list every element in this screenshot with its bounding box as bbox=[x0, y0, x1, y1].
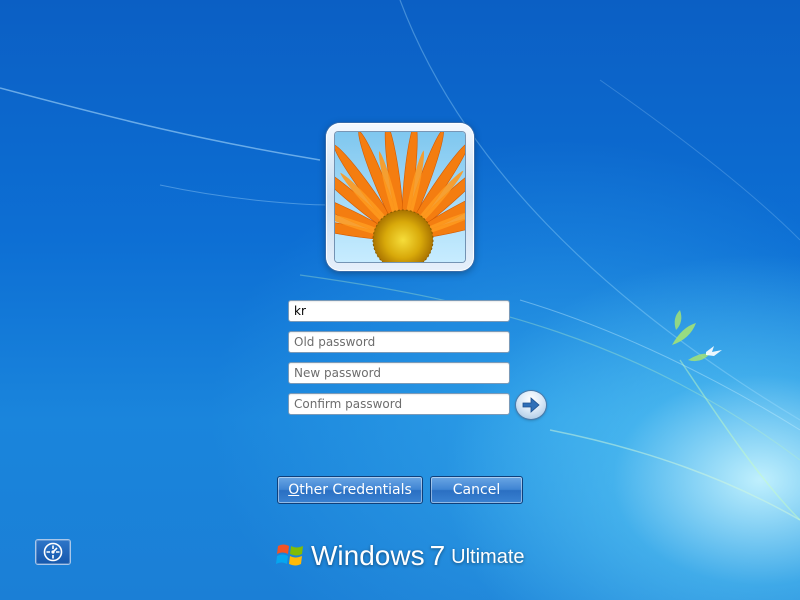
other-credentials-label: ther Credentials bbox=[299, 482, 412, 498]
ease-of-access-icon bbox=[43, 542, 63, 562]
user-picture bbox=[335, 132, 465, 262]
user-tile bbox=[326, 123, 474, 271]
cancel-button[interactable]: Cancel bbox=[430, 476, 523, 504]
other-credentials-button[interactable]: Other Credentials bbox=[277, 476, 423, 504]
submit-arrow-button[interactable] bbox=[516, 391, 546, 419]
confirm-password-field[interactable] bbox=[288, 393, 510, 415]
username-field[interactable] bbox=[288, 300, 510, 322]
leaf-decoration bbox=[672, 310, 710, 362]
ease-of-access-button[interactable] bbox=[35, 539, 71, 565]
windows-version: 7 bbox=[429, 540, 446, 571]
bird-decoration bbox=[706, 346, 722, 356]
new-password-field[interactable] bbox=[288, 362, 510, 384]
logon-screen: { "credentials": { "username_value": "kr… bbox=[0, 0, 800, 600]
windows-edition: Ultimate bbox=[451, 546, 525, 568]
old-password-field[interactable] bbox=[288, 331, 510, 353]
windows-name: Windows bbox=[311, 540, 425, 571]
windows-flag-icon bbox=[276, 544, 303, 566]
windows-branding: Windows 7 Ultimate bbox=[276, 536, 525, 572]
arrow-right-icon bbox=[522, 397, 540, 413]
other-credentials-accelerator: O bbox=[288, 482, 300, 498]
